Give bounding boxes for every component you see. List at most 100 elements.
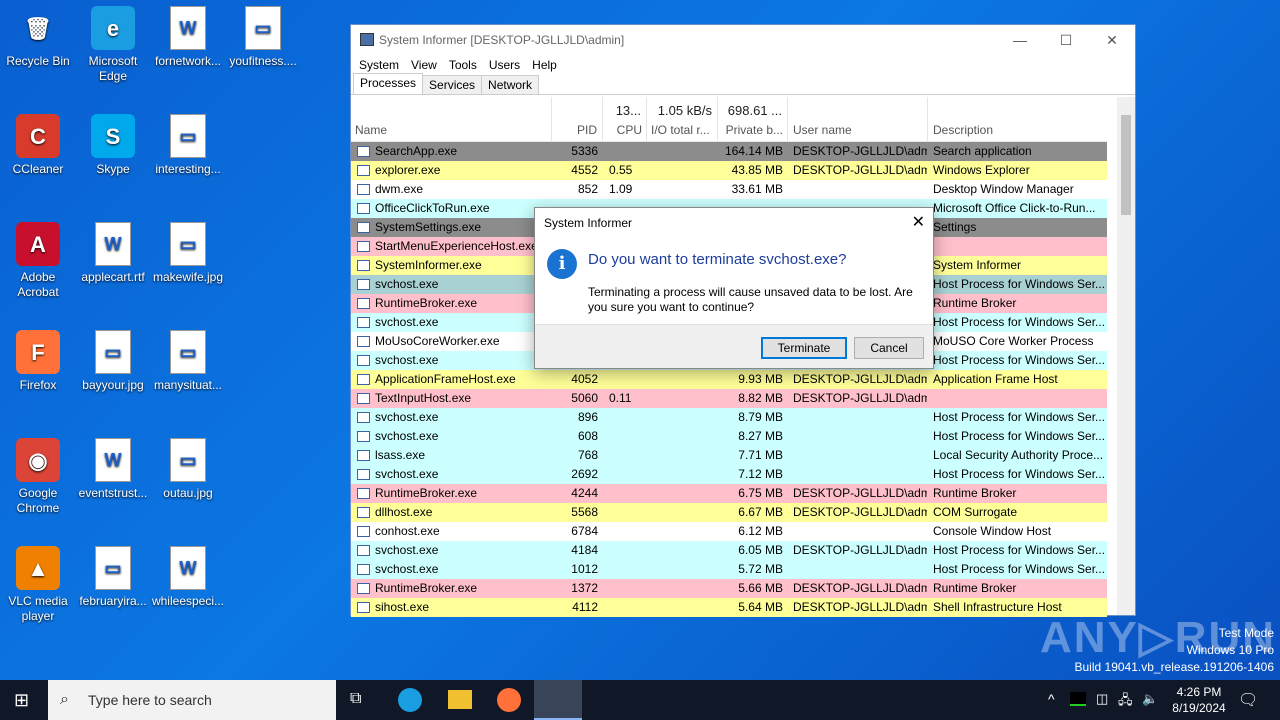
pid: 5336 — [571, 144, 598, 158]
process-icon — [357, 184, 370, 195]
desktop-icon[interactable]: ◉ Google Chrome — [0, 438, 76, 516]
process-icon — [357, 355, 370, 366]
process-row[interactable]: sihost.exe 4112 5.64 MB DESKTOP-JGLLJLD\adm… — [351, 598, 1107, 617]
camera-icon[interactable]: ◫ — [1096, 691, 1108, 707]
desktop-icon[interactable]: C CCleaner — [0, 114, 76, 177]
scrollbar-thumb[interactable] — [1121, 115, 1131, 215]
tab-processes[interactable]: Processes — [353, 73, 424, 94]
desktop-icon[interactable]: ▭ youfitness.... — [225, 6, 301, 69]
task-view-icon[interactable]: ⧉ — [350, 690, 361, 708]
process-name: SystemInformer.exe — [375, 258, 482, 272]
show-hidden-icons[interactable]: ^ — [1048, 691, 1055, 707]
desktop-icon[interactable]: A Adobe Acrobat — [0, 222, 76, 300]
cpu: 1.09 — [609, 182, 633, 196]
col-cpu[interactable]: 13... CPU — [603, 97, 647, 142]
dialog-close-button[interactable]: ✕ — [912, 212, 925, 232]
desktop-icon-image: ▭ — [170, 222, 206, 266]
process-row[interactable]: dllhost.exe 5568 6.67 MB DESKTOP-JGLLJLD\ad… — [351, 503, 1107, 522]
desktop-icon[interactable]: 🗑 Recycle Bin — [0, 6, 76, 69]
description: Runtime Broker — [933, 296, 1017, 310]
col-user[interactable]: User name — [788, 97, 928, 142]
desktop-icon[interactable]: Wapplecart.rtf — [75, 222, 151, 285]
process-row[interactable]: ApplicationFrameHost.exe 4052 9.93 MB DESKT… — [351, 370, 1107, 389]
column-header: Name PID 13... CPU 1.05 kB/s I/O total r..… — [351, 97, 1107, 142]
pid: 5568 — [571, 505, 598, 519]
file-explorer-taskbar-icon[interactable] — [448, 690, 472, 709]
maximize-button[interactable]: ☐ — [1043, 25, 1089, 55]
process-row[interactable]: svchost.exe 608 8.27 MB Host Process for Wi… — [351, 427, 1107, 446]
process-row[interactable]: svchost.exe 2692 7.12 MB Host Process for W… — [351, 465, 1107, 484]
menu-tools[interactable]: Tools — [443, 55, 483, 75]
process-row[interactable]: svchost.exe 1012 5.72 MB Host Process for W… — [351, 560, 1107, 579]
desktop-icon[interactable]: ▭ outau.jpg — [150, 438, 226, 501]
volume-icon[interactable]: 🔈 — [1142, 691, 1158, 707]
user-name: DESKTOP-JGLLJLD\admi — [793, 144, 927, 158]
process-icon — [357, 412, 370, 423]
start-button[interactable]: ⊞ — [14, 690, 29, 711]
tab-network[interactable]: Network — [481, 75, 540, 94]
menu-users[interactable]: Users — [483, 55, 526, 75]
menu-bar: System View Tools Users Help — [351, 55, 1135, 75]
process-row[interactable]: svchost.exe 4184 6.05 MB DESKTOP-JGLLJLD\ad… — [351, 541, 1107, 560]
cancel-button[interactable]: Cancel — [854, 337, 924, 359]
info-icon: i — [547, 249, 577, 279]
clock[interactable]: 4:26 PM 8/19/2024 — [1164, 684, 1234, 716]
tab-services[interactable]: Services — [422, 75, 483, 94]
process-row[interactable]: SearchApp.exe 5336 164.14 MB DESKTOP-JGLLJL… — [351, 142, 1107, 161]
desktop-icon[interactable]: Wwhileespeci... — [150, 546, 226, 609]
terminate-button[interactable]: Terminate — [761, 337, 847, 359]
pid: 6784 — [571, 524, 598, 538]
cpu: 0.11 — [609, 391, 632, 405]
menu-help[interactable]: Help — [526, 55, 563, 75]
description: Host Process for Windows Ser... — [933, 467, 1105, 481]
desktop-icon[interactable]: Wfornetwork... — [150, 6, 226, 69]
desktop-icon[interactable]: S Skype — [75, 114, 151, 177]
process-row[interactable]: explorer.exe 4552 0.55 43.85 MB DESKTOP-JGLL… — [351, 161, 1107, 180]
desktop-icon[interactable]: ▭ interesting... — [150, 114, 226, 177]
desktop-icon[interactable]: ▭ manysituat... — [150, 330, 226, 393]
edge-taskbar-icon[interactable] — [398, 688, 422, 712]
menu-view[interactable]: View — [405, 55, 443, 75]
process-icon — [357, 526, 370, 537]
desktop-icon[interactable]: ▭ bayyour.jpg — [75, 330, 151, 393]
desktop-icon-image: W — [170, 6, 206, 50]
private-bytes: 8.79 MB — [738, 410, 783, 424]
vertical-scrollbar[interactable] — [1117, 97, 1135, 615]
tray-app-icon[interactable] — [1070, 692, 1086, 706]
close-button[interactable]: ✕ — [1089, 25, 1135, 55]
desktop-icon[interactable]: ▲ VLC media player — [0, 546, 76, 624]
col-private-bytes[interactable]: 698.61 ... Private b... — [718, 97, 788, 142]
pid: 608 — [577, 429, 598, 443]
process-row[interactable]: lsass.exe 768 7.71 MB Local Security Author… — [351, 446, 1107, 465]
process-row[interactable]: dwm.exe 852 1.09 33.61 MB Desktop Window Man… — [351, 180, 1107, 199]
col-description[interactable]: Description — [928, 97, 1107, 142]
firefox-taskbar-icon[interactable] — [497, 688, 521, 712]
process-icon — [357, 222, 370, 233]
process-row[interactable]: RuntimeBroker.exe 1372 5.66 MB DESKTOP-JGLL… — [351, 579, 1107, 598]
notifications-icon[interactable]: 🗨 — [1238, 690, 1258, 710]
process-row[interactable]: conhost.exe 6784 6.12 MB Console Window Hos… — [351, 522, 1107, 541]
col-name[interactable]: Name — [351, 97, 552, 142]
desktop-icon[interactable]: ▭ februaryira... — [75, 546, 151, 609]
desktop-icon-image: e — [91, 6, 135, 50]
desktop-icon[interactable]: e Microsoft Edge — [75, 6, 151, 84]
description: Windows Explorer — [933, 163, 1030, 177]
process-row[interactable]: svchost.exe 896 8.79 MB Host Process for Wi… — [351, 408, 1107, 427]
process-row[interactable]: TextInputHost.exe 5060 0.11 8.82 MB DESKTOP-… — [351, 389, 1107, 408]
col-io-label: I/O total r... — [651, 123, 710, 137]
process-row[interactable]: RuntimeBroker.exe 4244 6.75 MB DESKTOP-JGLL… — [351, 484, 1107, 503]
network-icon[interactable]: 🖧 — [1118, 691, 1133, 713]
desktop-icon[interactable]: F Firefox — [0, 330, 76, 393]
process-name: sihost.exe — [375, 600, 430, 614]
desktop-icon-label: Skype — [96, 162, 130, 176]
menu-system[interactable]: System — [353, 55, 405, 75]
col-io[interactable]: 1.05 kB/s I/O total r... — [647, 97, 718, 142]
system-informer-taskbar-icon[interactable] — [534, 680, 582, 720]
desktop-icon[interactable]: ▭ makewife.jpg — [150, 222, 226, 285]
desktop-icon[interactable]: Weventstrust... — [75, 438, 151, 501]
description: MoUSO Core Worker Process — [933, 334, 1094, 348]
process-name: RuntimeBroker.exe — [375, 581, 478, 595]
search-box[interactable]: ⌕ Type here to search — [48, 680, 336, 720]
minimize-button[interactable]: — — [997, 25, 1043, 55]
col-pid[interactable]: PID — [552, 97, 603, 142]
